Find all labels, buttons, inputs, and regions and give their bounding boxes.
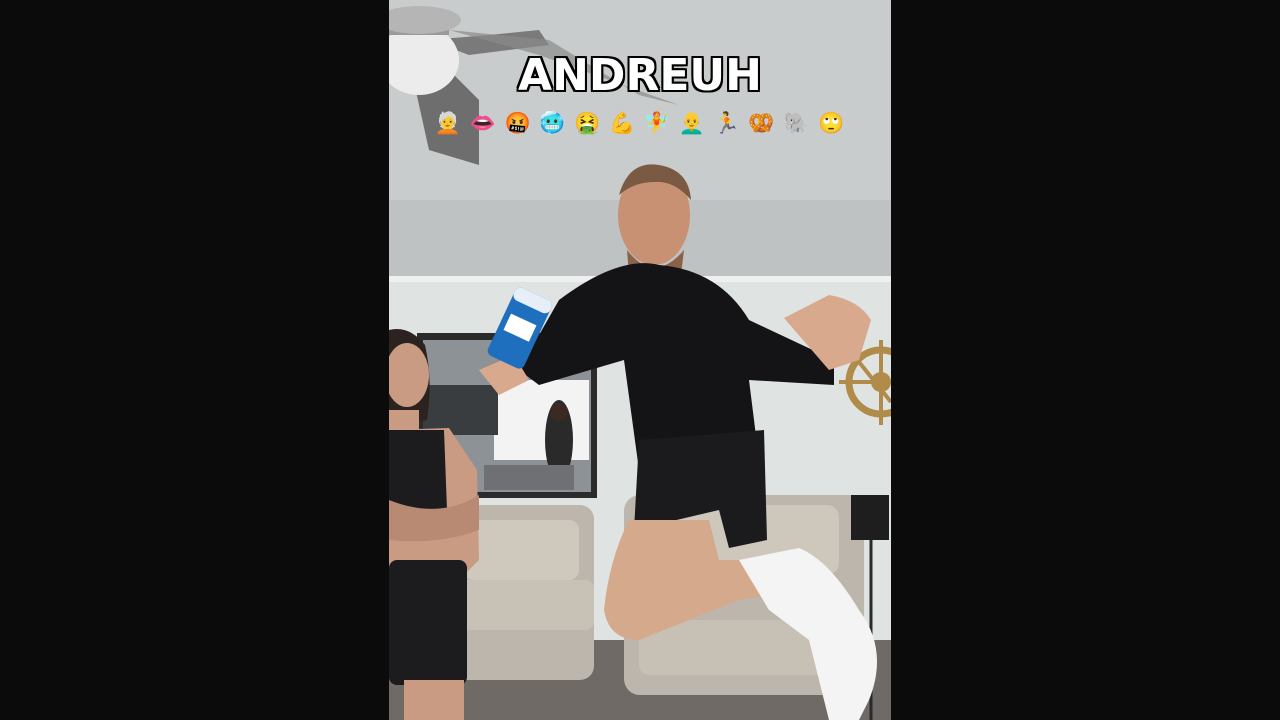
- emoji-caption: 🧑‍🦳 👄 🤬 🥶 🤮 💪 🧚 👨‍🦲 🏃 🥨 🐘 🙄: [389, 108, 891, 138]
- cursing-face-icon: 🤬: [504, 111, 532, 135]
- vomiting-face-icon: 🤮: [574, 111, 602, 135]
- video-caption-title: ANDREUH: [517, 49, 763, 102]
- fairy-icon: 🧚: [643, 111, 671, 135]
- pretzel-icon: 🥨: [748, 111, 776, 135]
- lips-icon: 👄: [469, 111, 497, 135]
- running-person-icon: 🏃: [713, 111, 741, 135]
- eye-roll-face-icon: 🙄: [818, 111, 846, 135]
- elephant-icon: 🐘: [783, 111, 811, 135]
- flexed-biceps-icon: 💪: [609, 111, 637, 135]
- person-icon: 🧑‍🦳: [434, 111, 462, 135]
- video-player[interactable]: ANDREUH 🧑‍🦳 👄 🤬 🥶 🤮 💪 🧚 👨‍🦲 🏃 🥨 🐘 🙄: [0, 0, 1280, 720]
- cold-face-icon: 🥶: [539, 111, 567, 135]
- bald-man-icon: 👨‍🦲: [678, 111, 706, 135]
- video-frame: ANDREUH 🧑‍🦳 👄 🤬 🥶 🤮 💪 🧚 👨‍🦲 🏃 🥨 🐘 🙄: [389, 0, 891, 720]
